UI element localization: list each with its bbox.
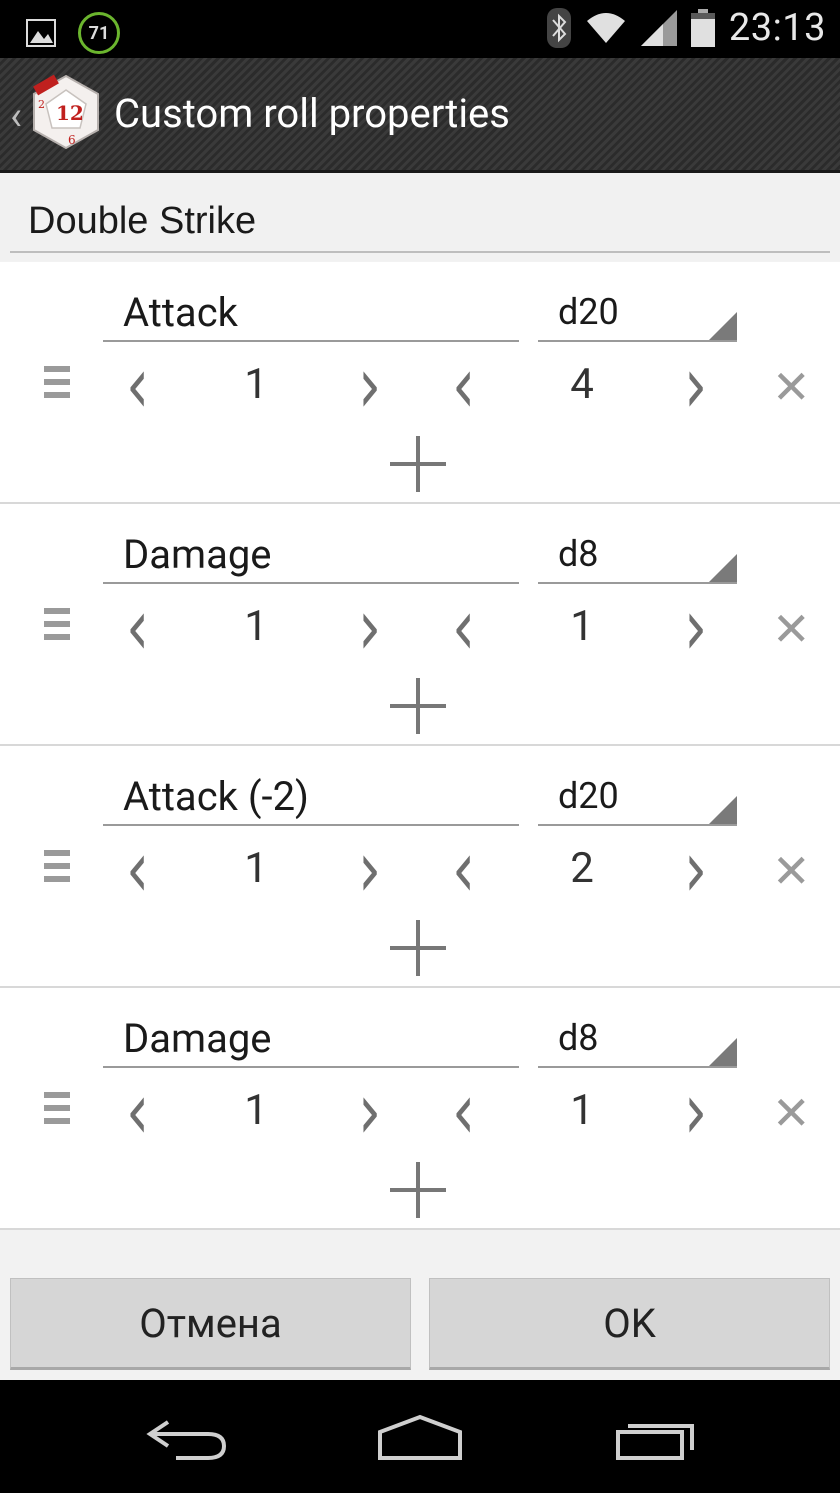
page-title: Custom roll properties xyxy=(114,90,510,137)
back-chevron-icon[interactable]: ‹ xyxy=(10,92,22,139)
roll-part-row: Damage d8 ‹ 1 › ‹ 1 › ✕ xyxy=(0,988,840,1230)
count-increase-icon[interactable]: › xyxy=(358,830,381,908)
roll-part-row: Damage d8 ‹ 1 › ‹ 1 › ✕ xyxy=(0,504,840,746)
drag-handle-icon[interactable] xyxy=(44,608,70,640)
roll-name-input[interactable] xyxy=(10,191,830,253)
remove-part-icon[interactable]: ✕ xyxy=(772,602,811,657)
clock: 23:13 xyxy=(728,6,826,50)
drag-handle-icon[interactable] xyxy=(44,850,70,882)
bluetooth-icon xyxy=(546,8,571,48)
dropdown-corner-icon xyxy=(709,1038,737,1066)
count-increase-icon[interactable]: › xyxy=(358,346,381,424)
die-type-value: d20 xyxy=(558,291,619,333)
dice-count-value: 1 xyxy=(244,1086,268,1135)
dropdown-corner-icon xyxy=(709,796,737,824)
status-bar: 71 23:13 xyxy=(0,0,840,58)
modifier-value: 4 xyxy=(570,360,594,409)
wifi-icon xyxy=(586,13,625,43)
modifier-increase-icon[interactable]: › xyxy=(684,346,707,424)
modifier-value: 1 xyxy=(570,1086,594,1135)
modifier-decrease-icon[interactable]: ‹ xyxy=(452,588,475,666)
notification-badge: 71 xyxy=(78,12,120,54)
remove-part-icon[interactable]: ✕ xyxy=(772,844,811,899)
dice-logo[interactable]: 12 6 2 xyxy=(30,74,102,150)
svg-text:2: 2 xyxy=(38,98,45,111)
svg-text:12: 12 xyxy=(56,101,84,125)
roll-name-section xyxy=(0,173,840,261)
dialog-button-bar: Отмена OK xyxy=(0,1234,840,1380)
dice-count-value: 1 xyxy=(244,602,268,651)
svg-text:6: 6 xyxy=(68,133,76,147)
roll-part-row: Attack d20 ‹ 1 › ‹ 4 › ✕ xyxy=(0,262,840,504)
cancel-button[interactable]: Отмена xyxy=(10,1278,411,1370)
dropdown-corner-icon xyxy=(709,554,737,582)
modifier-value: 1 xyxy=(570,602,594,651)
dice-count-value: 1 xyxy=(244,844,268,893)
modifier-increase-icon[interactable]: › xyxy=(684,830,707,908)
count-decrease-icon[interactable]: ‹ xyxy=(126,830,149,908)
add-part-icon[interactable] xyxy=(390,436,446,492)
add-part-icon[interactable] xyxy=(390,1162,446,1218)
add-part-icon[interactable] xyxy=(390,678,446,734)
die-type-select[interactable]: d20 xyxy=(538,768,737,826)
drag-handle-icon[interactable] xyxy=(44,1092,70,1124)
roll-parts-list: Attack d20 ‹ 1 › ‹ 4 › ✕ Damage d8 ‹ 1 ›… xyxy=(0,262,840,1230)
part-label-input[interactable]: Attack (-2) xyxy=(103,768,519,826)
count-decrease-icon[interactable]: ‹ xyxy=(126,1072,149,1150)
signal-icon xyxy=(640,10,677,46)
die-type-value: d8 xyxy=(558,1017,599,1059)
die-type-value: d8 xyxy=(558,533,599,575)
modifier-increase-icon[interactable]: › xyxy=(684,1072,707,1150)
modifier-decrease-icon[interactable]: ‹ xyxy=(452,830,475,908)
back-icon[interactable] xyxy=(146,1416,228,1460)
part-label-input[interactable]: Damage xyxy=(103,526,519,584)
die-type-value: d20 xyxy=(558,775,619,817)
gallery-icon xyxy=(26,19,56,47)
count-decrease-icon[interactable]: ‹ xyxy=(126,346,149,424)
remove-part-icon[interactable]: ✕ xyxy=(772,360,811,415)
battery-icon xyxy=(690,9,715,47)
modifier-value: 2 xyxy=(570,844,594,893)
count-increase-icon[interactable]: › xyxy=(358,588,381,666)
die-type-select[interactable]: d20 xyxy=(538,284,737,342)
count-decrease-icon[interactable]: ‹ xyxy=(126,588,149,666)
add-part-icon[interactable] xyxy=(390,920,446,976)
drag-handle-icon[interactable] xyxy=(44,366,70,398)
roll-part-row: Attack (-2) d20 ‹ 1 › ‹ 2 › ✕ xyxy=(0,746,840,988)
count-increase-icon[interactable]: › xyxy=(358,1072,381,1150)
modifier-increase-icon[interactable]: › xyxy=(684,588,707,666)
part-label-input[interactable]: Damage xyxy=(103,1010,519,1068)
part-label-input[interactable]: Attack xyxy=(103,284,519,342)
home-icon[interactable] xyxy=(376,1414,464,1460)
navigation-bar xyxy=(0,1380,840,1493)
remove-part-icon[interactable]: ✕ xyxy=(772,1086,811,1141)
dropdown-corner-icon xyxy=(709,312,737,340)
modifier-decrease-icon[interactable]: ‹ xyxy=(452,346,475,424)
action-bar: ‹ 12 6 2 Custom roll properties xyxy=(0,58,840,173)
ok-button[interactable]: OK xyxy=(429,1278,830,1370)
die-type-select[interactable]: d8 xyxy=(538,1010,737,1068)
dice-count-value: 1 xyxy=(244,360,268,409)
recent-apps-icon[interactable] xyxy=(614,1416,698,1462)
die-type-select[interactable]: d8 xyxy=(538,526,737,584)
modifier-decrease-icon[interactable]: ‹ xyxy=(452,1072,475,1150)
